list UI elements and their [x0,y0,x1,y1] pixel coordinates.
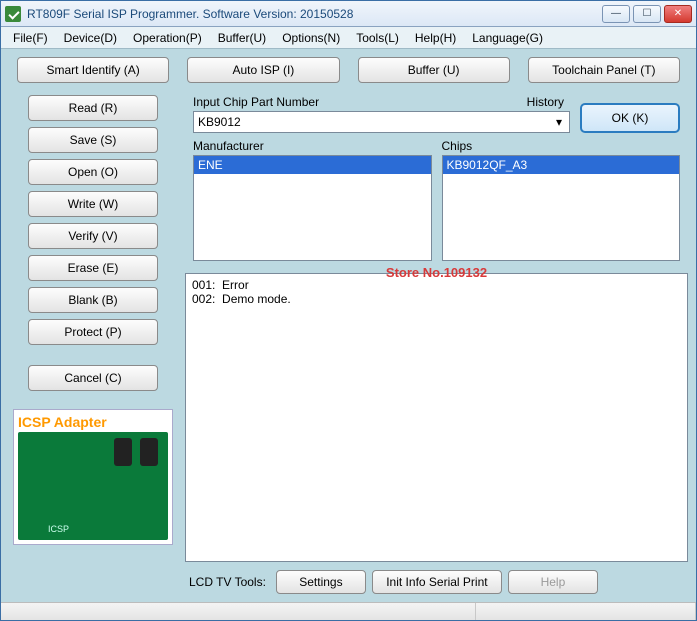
titlebar: RT809F Serial ISP Programmer. Software V… [1,1,696,27]
read-button[interactable]: Read (R) [28,95,158,121]
chips-label: Chips [442,139,681,153]
write-button[interactable]: Write (W) [28,191,158,217]
verify-button[interactable]: Verify (V) [28,223,158,249]
init-info-button[interactable]: Init Info Serial Print [372,570,502,594]
bottom-toolbar: LCD TV Tools: Settings Init Info Serial … [185,568,688,596]
dropdown-arrow-icon: ▾ [551,114,567,130]
menu-operation[interactable]: Operation(P) [125,28,210,48]
erase-button[interactable]: Erase (E) [28,255,158,281]
log-output[interactable]: 001: Error 002: Demo mode. [185,273,688,562]
input-chip-label: Input Chip Part Number [193,95,319,109]
menu-options[interactable]: Options(N) [274,28,348,48]
protect-button[interactable]: Protect (P) [28,319,158,345]
top-button-row: Smart Identify (A) Auto ISP (I) Buffer (… [1,49,696,89]
open-button[interactable]: Open (O) [28,159,158,185]
left-column: Read (R) Save (S) Open (O) Write (W) Ver… [9,89,177,596]
chip-select-group: Input Chip Part Number History KB9012 ▾ … [185,89,688,267]
adapter-label: ICSP Adapter [18,414,168,430]
help-button[interactable]: Help [508,570,598,594]
app-icon [5,6,21,22]
menu-tools[interactable]: Tools(L) [348,28,407,48]
cancel-button[interactable]: Cancel (C) [28,365,158,391]
window-title: RT809F Serial ISP Programmer. Software V… [27,7,602,21]
ok-button[interactable]: OK (K) [580,103,680,133]
buffer-button[interactable]: Buffer (U) [358,57,510,83]
lcd-tools-label: LCD TV Tools: [185,575,270,589]
chip-part-combo[interactable]: KB9012 ▾ [193,111,570,133]
close-button[interactable]: ✕ [664,5,692,23]
manufacturer-label: Manufacturer [193,139,432,153]
menu-buffer[interactable]: Buffer(U) [210,28,274,48]
blank-button[interactable]: Blank (B) [28,287,158,313]
menu-file[interactable]: File(F) [5,28,56,48]
menu-language[interactable]: Language(G) [464,28,551,48]
smart-identify-button[interactable]: Smart Identify (A) [17,57,169,83]
settings-button[interactable]: Settings [276,570,366,594]
list-item[interactable]: ENE [194,156,431,174]
adapter-image-box: ICSP Adapter [13,409,173,545]
menu-device[interactable]: Device(D) [56,28,125,48]
app-window: RT809F Serial ISP Programmer. Software V… [0,0,697,621]
right-column: Input Chip Part Number History KB9012 ▾ … [185,89,688,596]
history-label: History [527,95,570,109]
menu-help[interactable]: Help(H) [407,28,464,48]
toolchain-panel-button[interactable]: Toolchain Panel (T) [528,57,680,83]
chips-list[interactable]: KB9012QF_A3 [442,155,681,261]
watermark-text: Store No.109132 [386,265,487,280]
minimize-button[interactable]: — [602,5,630,23]
manufacturer-list[interactable]: ENE [193,155,432,261]
save-button[interactable]: Save (S) [28,127,158,153]
statusbar [1,602,696,620]
adapter-pcb-image [18,432,168,540]
menubar: File(F) Device(D) Operation(P) Buffer(U)… [1,27,696,49]
maximize-button[interactable]: ☐ [633,5,661,23]
list-item[interactable]: KB9012QF_A3 [443,156,680,174]
chip-part-value: KB9012 [198,115,241,129]
auto-isp-button[interactable]: Auto ISP (I) [187,57,339,83]
